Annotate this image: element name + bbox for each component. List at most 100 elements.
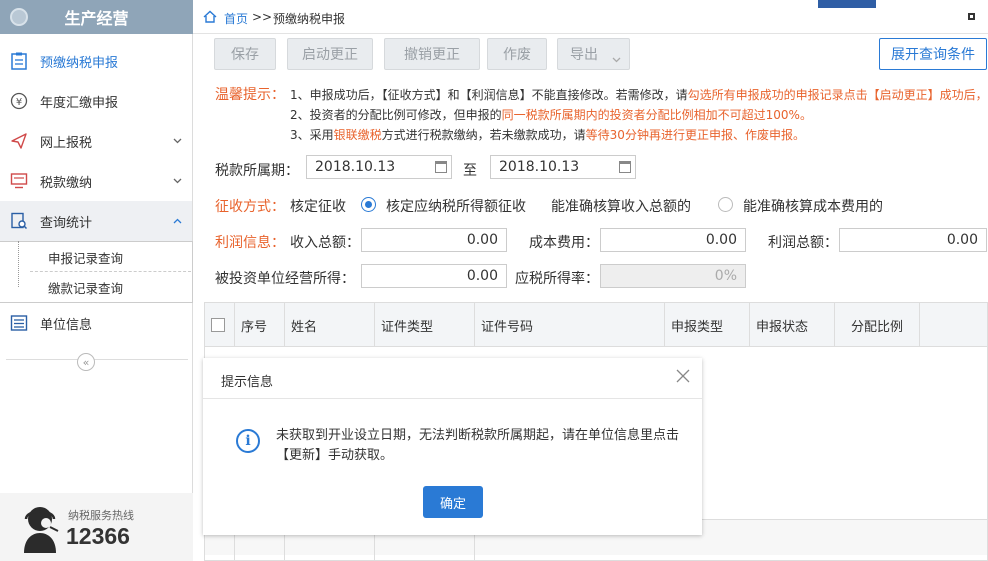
period-to-input[interactable]: 2018.10.13 xyxy=(490,155,636,179)
sidebar-item-prepay-declare[interactable]: 预缴纳税申报 xyxy=(0,41,192,81)
tip-line-2: 2、投资者的分配比例可修改，但申报的同一税款所属期内的投资者分配比例相加不可超过… xyxy=(290,105,812,125)
export-label: 导出 xyxy=(570,47,598,63)
period-from-value: 2018.10.13 xyxy=(315,159,396,175)
report-search-icon xyxy=(10,212,28,230)
collapse-sidebar-button[interactable]: « xyxy=(77,353,95,371)
tip-highlight: 银联缴税 xyxy=(333,128,382,142)
taxable-rate-input: 0% xyxy=(600,264,746,288)
tips-title: 温馨提示： xyxy=(215,87,285,103)
info-dialog: 提示信息 i 未获取到开业设立日期，无法判断税款所属期起，请在单位信息里点击【更… xyxy=(203,358,702,535)
top-tab-indicator xyxy=(818,0,876,8)
maximize-icon[interactable] xyxy=(968,13,975,20)
sidebar-item-online-tax[interactable]: 网上报税 xyxy=(0,121,192,161)
invested-income-label: 被投资单位经营所得： xyxy=(215,271,355,287)
header-allocation-ratio: 分配比例 xyxy=(835,303,920,347)
taxable-rate-label: 应税所得率： xyxy=(515,271,599,287)
calendar-icon[interactable] xyxy=(435,161,447,173)
tip-highlight: 等待30分钟再进行更正申报、作废申报。 xyxy=(585,128,805,142)
main-panel: 首页 >> 预缴纳税申报 保存 启动更正 撤销更正 作废 导出 展开查询条件 温… xyxy=(193,0,988,561)
breadcrumb-separator: >> xyxy=(252,10,273,24)
tip-text: 3、采用 xyxy=(290,128,334,142)
sidebar-divider xyxy=(6,359,188,360)
coin-logo-icon xyxy=(10,8,28,26)
sidebar-subitem-payment-records[interactable]: 缴款记录查询 xyxy=(0,272,192,302)
close-icon[interactable] xyxy=(675,368,691,384)
cancel-correction-button[interactable]: 撤销更正 xyxy=(384,38,480,70)
sidebar-item-label: 网上报税 xyxy=(40,135,93,151)
sidebar-item-tax-payment[interactable]: 税款缴纳 xyxy=(0,161,192,201)
radio-verified-income[interactable] xyxy=(361,197,376,212)
sidebar-item-label: 年度汇缴申报 xyxy=(40,95,119,111)
sidebar-item-label: 查询统计 xyxy=(40,215,93,231)
export-dropdown[interactable]: 导出 xyxy=(557,38,630,70)
radio-verified-income-label[interactable]: 核定应纳税所得额征收 xyxy=(386,196,526,216)
profit-total-input[interactable]: 0.00 xyxy=(839,228,987,252)
radio-accurate-cost[interactable] xyxy=(718,197,733,212)
tip-text: 2、投资者的分配比例可修改，但申报的 xyxy=(290,108,502,122)
svg-text:¥: ¥ xyxy=(16,97,22,108)
list-icon xyxy=(10,314,28,332)
header-select-all xyxy=(205,303,235,347)
header-declare-type: 申报类型 xyxy=(665,303,750,347)
chevron-up-icon xyxy=(173,213,182,224)
calendar-icon[interactable] xyxy=(619,161,631,173)
breadcrumb: 首页 >> 预缴纳税申报 xyxy=(193,0,988,34)
dialog-title: 提示信息 xyxy=(221,375,274,390)
income-input[interactable]: 0.00 xyxy=(361,228,507,252)
save-button[interactable]: 保存 xyxy=(214,38,276,70)
sidebar-item-annual-settlement[interactable]: ¥ 年度汇缴申报 xyxy=(0,81,192,121)
chevron-down-icon xyxy=(612,51,621,67)
profit-info-label: 利润信息： xyxy=(215,235,285,251)
info-icon: i xyxy=(236,429,260,453)
tip-line-3: 3、采用银联缴税方式进行税款缴纳，若未缴款成功，请等待30分钟再进行更正申报、作… xyxy=(290,125,805,145)
invested-income-input[interactable]: 0.00 xyxy=(361,264,507,288)
sidebar: 生产经营 预缴纳税申报 ¥ 年度汇缴申报 网上报税 税款缴纳 查询统计 申报记录… xyxy=(0,0,193,561)
header-id-type: 证件类型 xyxy=(375,303,475,347)
start-correction-button[interactable]: 启动更正 xyxy=(287,38,373,70)
period-from-input[interactable]: 2018.10.13 xyxy=(306,155,452,179)
header-id-number: 证件号码 xyxy=(475,303,665,347)
income-label: 收入总额： xyxy=(290,235,360,251)
yen-coin-icon: ¥ xyxy=(10,92,28,110)
levy-label: 征收方式： xyxy=(215,199,285,215)
void-button[interactable]: 作废 xyxy=(487,38,547,70)
sidebar-subitem-label: 申报记录查询 xyxy=(48,250,124,266)
sidebar-item-label: 单位信息 xyxy=(40,317,93,333)
clipboard-icon xyxy=(10,52,28,70)
period-to-label: 至 xyxy=(463,163,477,179)
breadcrumb-current: 预缴纳税申报 xyxy=(273,12,346,26)
sidebar-header: 生产经营 xyxy=(0,0,193,34)
levy-value: 核定征收 xyxy=(290,199,346,215)
sidebar-subitem-declare-records[interactable]: 申报记录查询 xyxy=(0,242,192,272)
home-icon xyxy=(203,10,217,23)
tip-highlight: 勾选所有申报成功的申报记录点击【启动更正】成功后， xyxy=(687,88,988,102)
breadcrumb-home-link[interactable]: 首页 xyxy=(224,10,248,27)
tip-highlight: 同一税款所属期内的投资者分配比例相加不可超过100%。 xyxy=(501,108,812,122)
headset-person-icon xyxy=(18,501,64,553)
period-to-value: 2018.10.13 xyxy=(499,159,580,175)
ok-button[interactable]: 确定 xyxy=(423,486,483,518)
hotline-banner: 纳税服务热线 12366 xyxy=(0,493,193,561)
app-window: 生产经营 预缴纳税申报 ¥ 年度汇缴申报 网上报税 税款缴纳 查询统计 申报记录… xyxy=(0,0,988,561)
tip-line-1: 1、申报成功后，【征收方式】和【利润信息】不能直接修改。若需修改，请勾选所有申报… xyxy=(290,85,988,105)
tip-text: 1、申报成功后，【征收方式】和【利润信息】不能直接修改。若需修改，请 xyxy=(290,88,688,102)
radio-accurate-cost-label[interactable]: 能准确核算成本费用的 xyxy=(743,196,883,216)
sidebar-item-label: 税款缴纳 xyxy=(40,175,93,191)
header-name: 姓名 xyxy=(285,303,375,347)
hotline-label: 纳税服务热线 xyxy=(68,509,134,522)
select-all-checkbox[interactable] xyxy=(211,318,225,332)
accurate-income-label: 能准确核算收入总额的 xyxy=(551,199,691,215)
chevron-down-icon xyxy=(173,173,182,184)
sidebar-item-unit-info[interactable]: 单位信息 xyxy=(0,303,192,343)
paper-plane-icon xyxy=(10,132,28,150)
expand-query-button[interactable]: 展开查询条件 xyxy=(879,38,987,70)
sidebar-subitem-label: 缴款记录查询 xyxy=(48,280,124,296)
sidebar-item-query-stats[interactable]: 查询统计 xyxy=(0,201,192,241)
header-index: 序号 xyxy=(235,303,285,347)
dialog-message: 未获取到开业设立日期，无法判断税款所属期起，请在单位信息里点击【更新】手动获取。 xyxy=(276,428,680,463)
hotline-number: 12366 xyxy=(66,523,130,549)
header-declare-status: 申报状态 xyxy=(750,303,835,347)
tip-text: 方式进行税款缴纳，若未缴款成功，请 xyxy=(381,128,586,142)
cost-input[interactable]: 0.00 xyxy=(600,228,746,252)
dialog-divider xyxy=(203,398,702,399)
